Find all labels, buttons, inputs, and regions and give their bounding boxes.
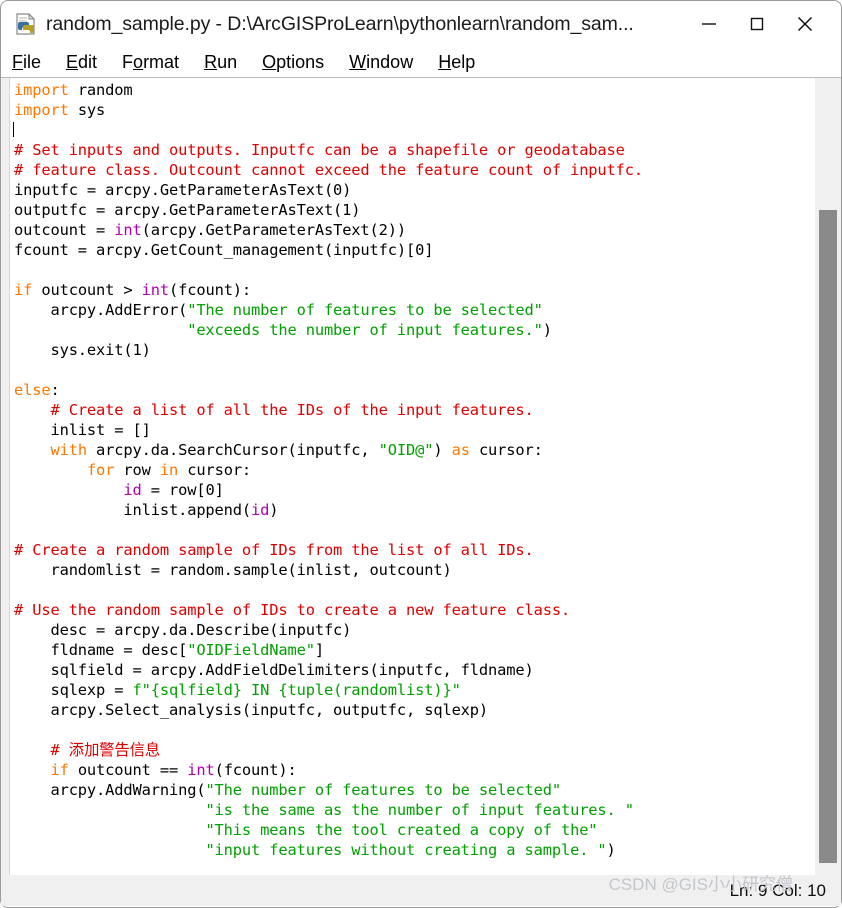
close-button[interactable]: [781, 1, 829, 47]
menu-item-window[interactable]: Window: [349, 52, 413, 73]
menu-bar: File Edit Format Run Options Window Help: [1, 47, 841, 78]
menu-item-edit[interactable]: Edit: [66, 52, 97, 73]
menu-item-run[interactable]: Run: [204, 52, 237, 73]
vertical-scrollbar-thumb[interactable]: [819, 210, 837, 863]
editor-area: import random import sys # Set inputs an…: [1, 78, 841, 906]
code-text-area[interactable]: import random import sys # Set inputs an…: [10, 78, 814, 906]
maximize-button[interactable]: [733, 1, 781, 47]
menu-item-format[interactable]: Format: [122, 52, 179, 73]
cursor-position-status: Ln: 9 Col: 10: [729, 880, 826, 900]
minimize-button[interactable]: [685, 1, 733, 47]
close-icon: [797, 16, 813, 32]
title-bar: random_sample.py - D:\ArcGISProLearn\pyt…: [1, 1, 841, 47]
menu-item-file[interactable]: File: [12, 52, 41, 73]
python-file-icon: [15, 12, 37, 35]
vertical-scrollbar[interactable]: [814, 78, 841, 906]
maximize-icon: [750, 17, 764, 31]
idle-editor-window: random_sample.py - D:\ArcGISProLearn\pyt…: [0, 0, 842, 908]
source-code[interactable]: import random import sys # Set inputs an…: [10, 80, 643, 860]
window-title: random_sample.py - D:\ArcGISProLearn\pyt…: [46, 12, 634, 35]
menu-item-options[interactable]: Options: [262, 52, 324, 73]
menu-item-help[interactable]: Help: [438, 52, 475, 73]
left-gutter[interactable]: [1, 78, 10, 906]
window-controls: [685, 1, 841, 47]
status-bar: Ln: 9 Col: 10: [2, 875, 840, 906]
minimize-icon: [702, 23, 716, 25]
